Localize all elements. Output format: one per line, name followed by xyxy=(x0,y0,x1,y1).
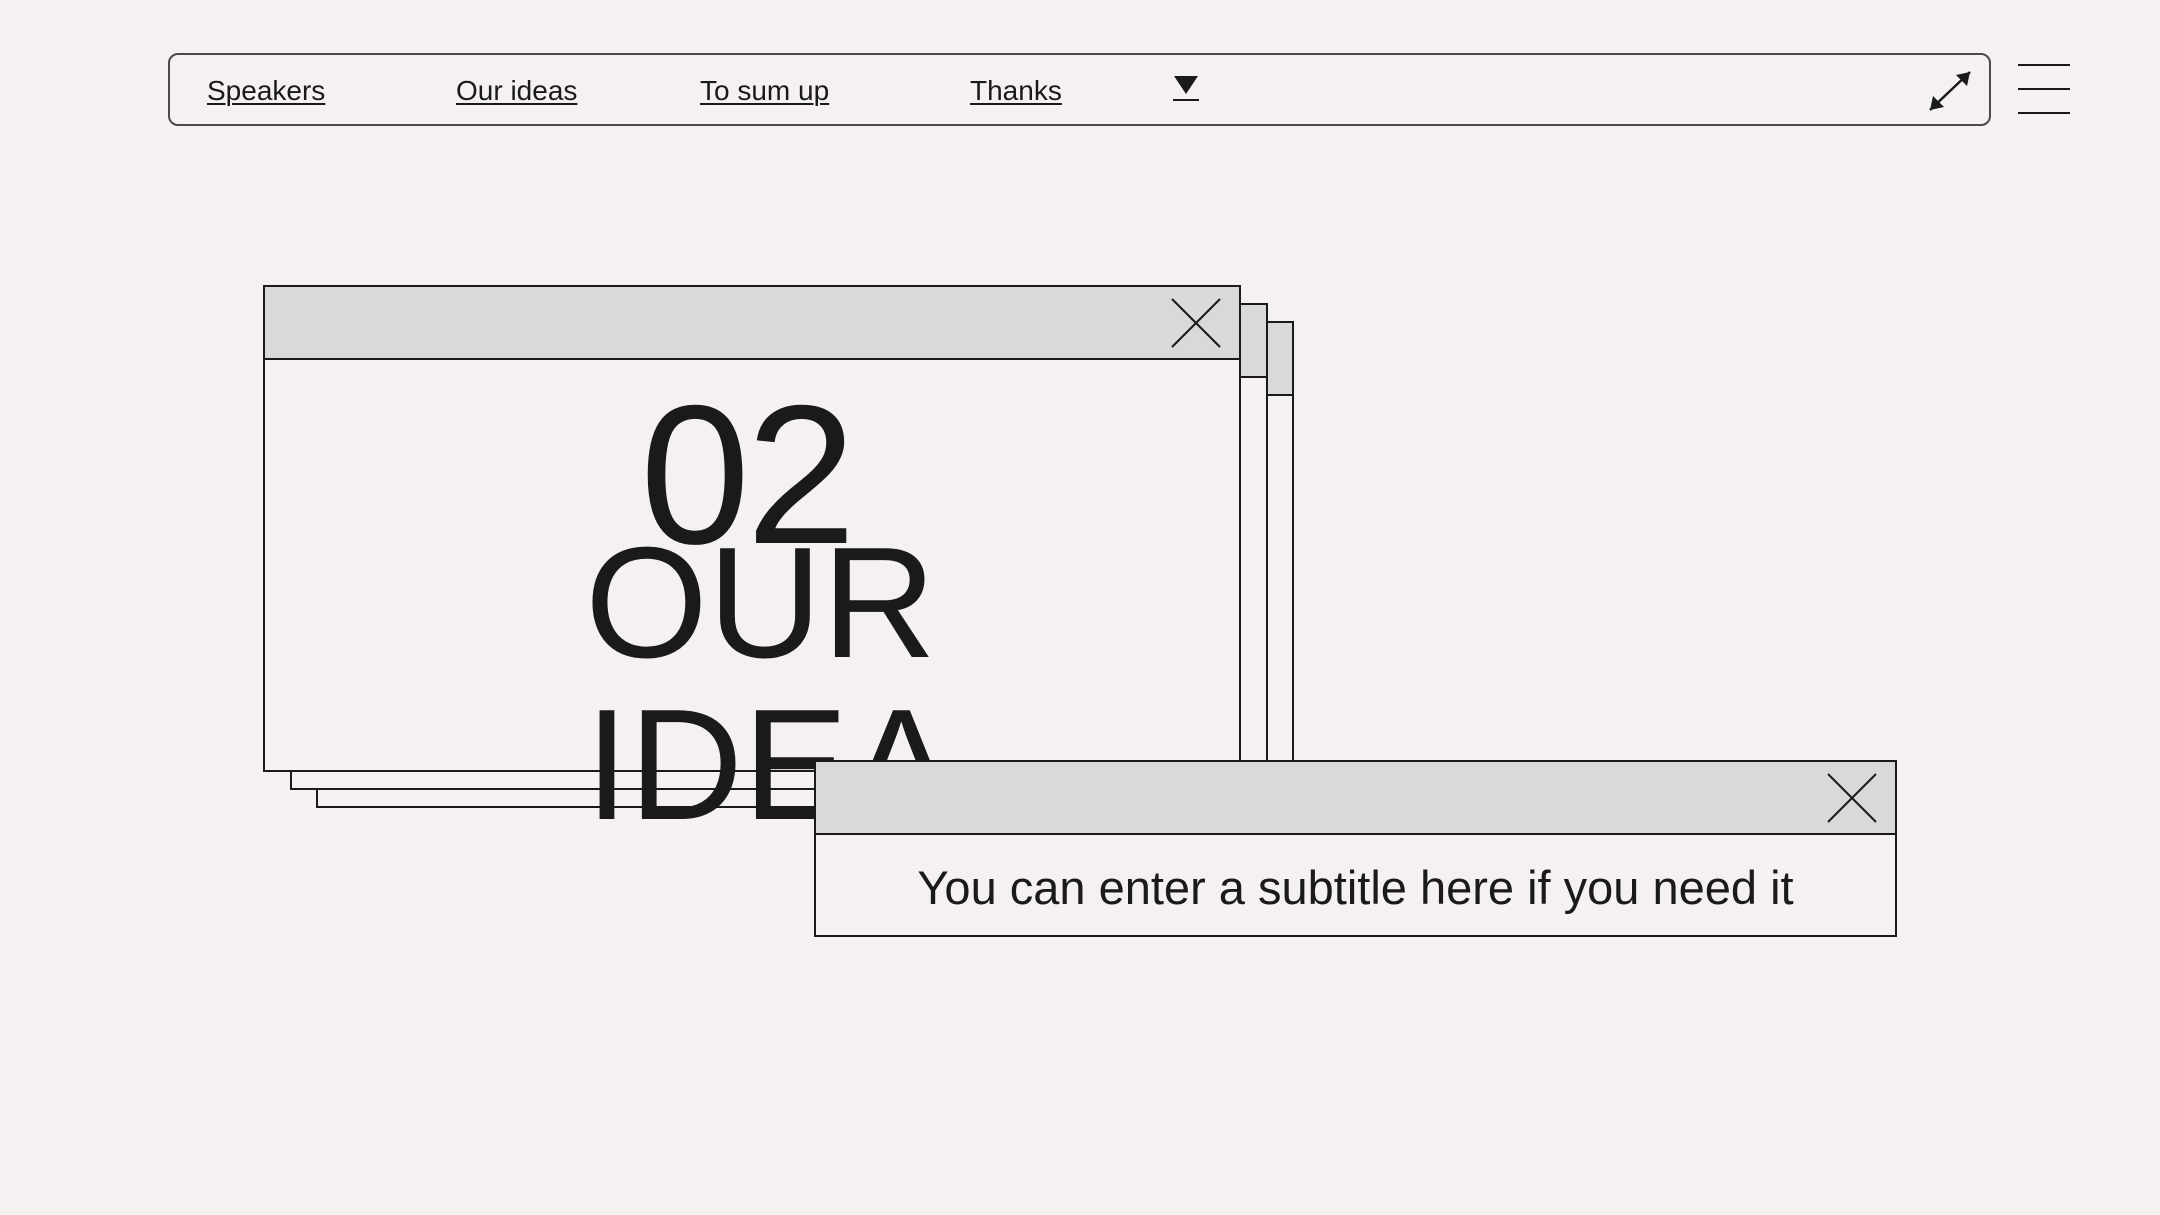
expand-arrows-icon[interactable] xyxy=(1924,66,1976,116)
close-icon[interactable] xyxy=(1826,772,1878,824)
hamburger-menu-icon[interactable] xyxy=(2018,63,2072,115)
subtitle-text: You can enter a subtitle here if you nee… xyxy=(917,861,1794,914)
top-navigation-bar: Speakers Our ideas To sum up Thanks xyxy=(168,53,1991,126)
nav-link-speakers[interactable]: Speakers xyxy=(207,75,325,107)
nav-link-to-sum-up[interactable]: To sum up xyxy=(700,75,829,107)
window-titlebar xyxy=(265,287,1239,360)
window-titlebar xyxy=(816,762,1895,835)
triangle-down-icon[interactable] xyxy=(1170,73,1202,103)
subtitle-window: You can enter a subtitle here if you nee… xyxy=(814,760,1897,937)
close-icon[interactable] xyxy=(1170,297,1222,349)
nav-link-our-ideas[interactable]: Our ideas xyxy=(456,75,577,107)
nav-link-thanks[interactable]: Thanks xyxy=(970,75,1062,107)
